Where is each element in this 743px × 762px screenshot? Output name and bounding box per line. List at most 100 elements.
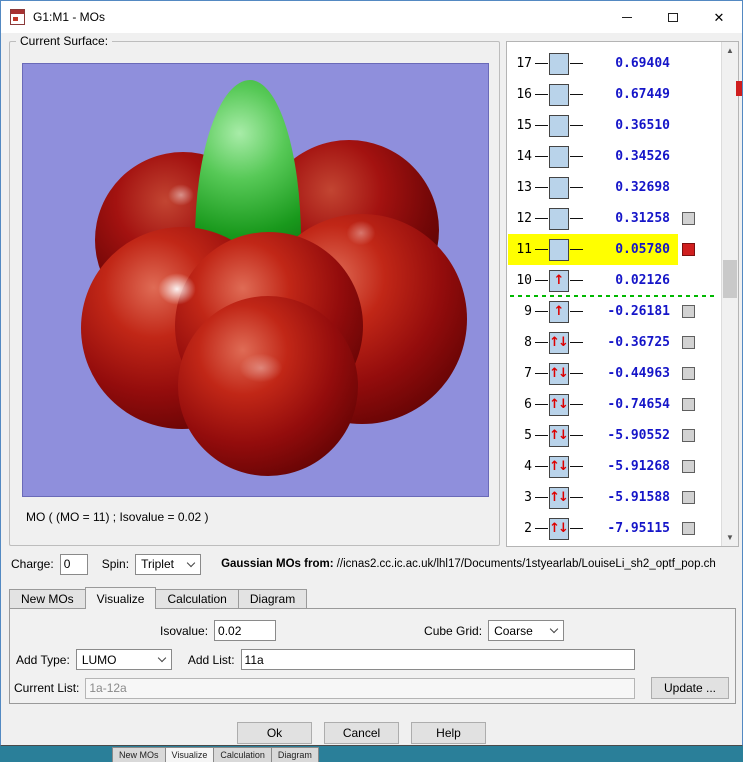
mo-row[interactable]: 5 ↑↓ -5.90552 [508,420,721,451]
mo-row[interactable]: 2 ↑↓ -7.95115 [508,513,721,544]
mo-row[interactable]: 4 ↑↓ -5.91268 [508,451,721,482]
isovalue-input[interactable] [214,620,277,641]
mo-number: 4 [524,459,532,474]
mo-row[interactable]: 15 0.36510 [508,110,721,141]
mo-row-main: 9 ↑ -0.26181 [508,296,678,327]
tab-new-mos[interactable]: New MOs [9,589,86,608]
scroll-down-icon[interactable]: ▼ [722,529,738,546]
orbital-box[interactable] [549,83,569,106]
mo-number: 12 [516,211,532,226]
orbital-line-right [570,156,583,157]
spin-dropdown[interactable]: Triplet [135,553,202,575]
electron-arrows-icon: ↑ [553,304,565,319]
charge-input[interactable] [59,553,88,575]
orbital-line-left [535,280,548,281]
mo-row-main: 7 ↑↓ -0.44963 [508,358,678,389]
mo-row[interactable]: 8 ↑↓ -0.36725 [508,327,721,358]
background-tab-calculation[interactable]: Calculation [213,747,272,762]
titlebar[interactable]: G1:M1 - MOs ✕ [1,1,742,33]
orbital-box[interactable]: ↑ [549,269,569,292]
mo-select-checkbox[interactable] [682,367,695,380]
mo-select-checkbox[interactable] [682,336,695,349]
cube-grid-value: Coarse [494,623,533,638]
mo-row[interactable]: 12 0.31258 [508,203,721,234]
mo-row[interactable]: 7 ↑↓ -0.44963 [508,358,721,389]
mo-row[interactable]: 10 ↑ 0.02126 [508,265,721,296]
update-button[interactable]: Update ... [651,677,729,699]
mo-select-checkbox[interactable] [682,305,695,318]
specular-highlight [163,180,199,210]
mo-row[interactable]: 17 0.69404 [508,48,721,79]
tab-visualize[interactable]: Visualize [84,587,157,609]
mo-row[interactable]: 13 0.32698 [508,172,721,203]
mo-select-checkbox[interactable] [682,491,695,504]
mo-row-main: 3 ↑↓ -5.91588 [508,482,678,513]
mo-select-checkbox[interactable] [682,212,695,225]
orbital-line-right [570,404,583,405]
maximize-button[interactable] [650,1,696,33]
cube-grid-dropdown[interactable]: Coarse [488,620,565,641]
add-type-dropdown[interactable]: LUMO [75,649,172,670]
scrollbar[interactable]: ▲ ▼ [721,42,738,546]
background-tab-diagram[interactable]: Diagram [270,747,319,762]
electron-arrows-icon: ↑↓ [549,490,568,505]
mo-row-main: 10 ↑ 0.02126 [508,265,678,296]
mo-row[interactable]: 11 0.05780 [508,234,721,265]
mo-row[interactable]: 3 ↑↓ -5.91588 [508,482,721,513]
background-tab-new-mos[interactable]: New MOs [112,747,166,762]
mo-select-checkbox[interactable] [682,460,695,473]
orbital-box[interactable] [549,176,569,199]
mo-energy: 0.36510 [615,118,670,133]
mo-row[interactable]: 16 0.67449 [508,79,721,110]
mo-row[interactable]: 14 0.34526 [508,141,721,172]
mo-row[interactable]: 9 ↑ -0.26181 [508,296,721,327]
source-label: Gaussian MOs from: [221,558,334,570]
orbital-line-right [570,94,583,95]
mo-row[interactable]: 6 ↑↓ -0.74654 [508,389,721,420]
mo-number: 10 [516,273,532,288]
minimize-button[interactable] [604,1,650,33]
close-button[interactable]: ✕ [696,1,742,33]
orbital-box[interactable]: ↑↓ [549,517,569,540]
background-tab-visualize[interactable]: Visualize [164,747,215,762]
ok-button[interactable]: Ok [237,722,312,744]
chevron-down-icon [186,558,196,567]
help-button[interactable]: Help [411,722,486,744]
orbital-box[interactable] [549,207,569,230]
orbital-line-right [570,342,583,343]
mo-row-main: 5 ↑↓ -5.90552 [508,420,678,451]
mo-number: 15 [516,118,532,133]
specular-highlight [151,267,203,311]
cancel-button[interactable]: Cancel [324,722,399,744]
orbital-box[interactable] [549,52,569,75]
orbital-box[interactable] [549,238,569,261]
orbital-box[interactable] [549,145,569,168]
mo-3d-viewport[interactable] [22,63,489,497]
tab-diagram[interactable]: Diagram [237,589,308,608]
mo-energy: 0.02126 [615,273,670,288]
app-icon [10,9,25,25]
scrollbar-thumb[interactable] [723,260,737,298]
mo-number: 11 [516,242,532,257]
orbital-box[interactable]: ↑↓ [549,393,569,416]
mo-select-checkbox[interactable] [682,522,695,535]
orbital-box[interactable]: ↑↓ [549,362,569,385]
current-list-label: Current List: [14,681,80,695]
scroll-up-icon[interactable]: ▲ [722,42,738,59]
mo-select-checkbox[interactable] [682,429,695,442]
mo-select-checkbox[interactable] [682,398,695,411]
add-list-input[interactable] [240,649,635,670]
mo-number: 2 [524,521,532,536]
mo-energy: -5.91268 [607,459,670,474]
orbital-box[interactable]: ↑ [549,300,569,323]
orbital-line-left [535,94,548,95]
tab-calculation[interactable]: Calculation [155,589,239,608]
mo-row-main: 17 0.69404 [508,48,678,79]
orbital-box[interactable] [549,114,569,137]
orbital-box[interactable]: ↑↓ [549,486,569,509]
orbital-box[interactable]: ↑↓ [549,424,569,447]
orbital-line-right [570,63,583,64]
mo-select-checkbox[interactable] [682,243,695,256]
orbital-box[interactable]: ↑↓ [549,331,569,354]
orbital-box[interactable]: ↑↓ [549,455,569,478]
